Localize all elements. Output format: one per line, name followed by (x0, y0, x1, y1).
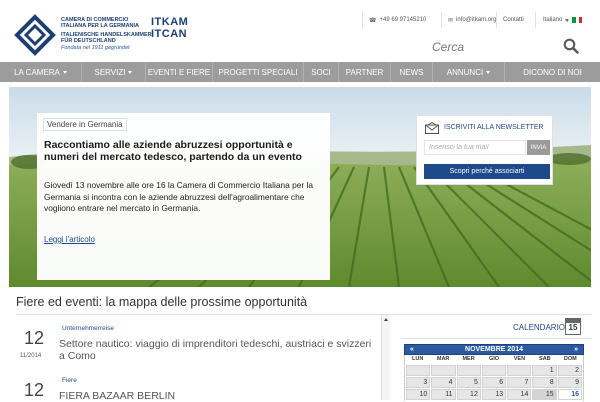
divider (362, 12, 363, 28)
event-day: 12 (24, 380, 45, 400)
events-scrollbar[interactable] (381, 315, 390, 400)
newsletter-box: ISCRIVITI ALLA NEWSLETTER INVIA Scopri p… (416, 115, 553, 185)
italy-flag-icon (572, 17, 583, 23)
nav-item-annunci[interactable]: ANNUNCI (433, 62, 505, 82)
calendar-day[interactable]: 8 (532, 377, 557, 388)
calendar-day[interactable]: 3 (406, 377, 431, 388)
language-selector[interactable]: Italiano (543, 14, 583, 26)
email-link[interactable]: ✉ info@itkam.org (448, 14, 496, 26)
featured-article-card: Vendere in Germania Raccontiamo alle azi… (37, 113, 330, 280)
itkam-logo[interactable]: ITKAM ITCAN (151, 16, 188, 40)
newsletter-email-field[interactable] (424, 140, 526, 155)
calendar-icon[interactable]: 15 (565, 318, 581, 335)
phone-link[interactable]: ☎ +49 69 97145210 (369, 14, 426, 26)
event-month-year: 11/2014 (20, 353, 42, 359)
search-input[interactable] (432, 37, 557, 57)
newsletter-send-button[interactable]: INVIA (527, 140, 550, 155)
phone-icon: ☎ (369, 17, 377, 24)
weekday-label: MAR (436, 356, 450, 362)
chevron-down-icon (62, 70, 67, 74)
divider (402, 338, 592, 339)
contacts-link[interactable]: Contatti (503, 14, 524, 26)
calendar-day[interactable]: 13 (481, 389, 507, 400)
chamber-logo[interactable] (14, 14, 56, 56)
event-category[interactable]: Fiere (62, 377, 77, 384)
calendar-day[interactable]: 16 (557, 389, 582, 400)
divider (16, 314, 592, 315)
calendar-day[interactable]: 7 (507, 377, 532, 388)
read-article-link[interactable]: Leggi l'articolo (44, 235, 95, 244)
weekday-label: VEN (513, 356, 526, 362)
divider (496, 12, 497, 28)
chevron-down-icon (565, 18, 570, 22)
weekday-label: LUN (412, 356, 424, 362)
weekday-label: GIO (488, 356, 500, 362)
site-header: CAMERA DI COMMERCIO ITALIANA PER LA GERM… (0, 0, 600, 62)
calendar-day[interactable]: 11 (431, 389, 456, 400)
calendar-day[interactable]: 4 (431, 377, 456, 388)
envelope-icon: ✉ (448, 17, 454, 24)
nav-item-eventi-e-fiere[interactable]: EVENTI E FIERE (146, 62, 213, 82)
search-icon[interactable] (563, 38, 579, 54)
article-title[interactable]: Raccontiamo alle aziende abruzzesi oppor… (44, 139, 329, 163)
calendar-month-title: NOVEMBRE 2014 (465, 346, 523, 353)
calendar-day[interactable]: 5 (456, 377, 481, 388)
calendar-next-button[interactable]: » (574, 346, 578, 353)
calendar-day (456, 365, 481, 376)
nav-item-partner[interactable]: PARTNER (339, 62, 391, 82)
hero-banner: Vendere in Germania Raccontiamo alle azi… (9, 87, 591, 287)
nav-item-servizi[interactable]: SERVIZI (82, 62, 146, 82)
search-area (432, 37, 600, 57)
calendar-day (431, 365, 456, 376)
nav-item-la-camera[interactable]: LA CAMERA (0, 62, 82, 82)
chevron-down-icon (486, 70, 491, 74)
nav-item-progetti-speciali[interactable]: PROGETTI SPECIALI (213, 62, 304, 82)
calendar-prev-button[interactable]: « (410, 346, 414, 353)
calendar-day[interactable]: 12 (456, 389, 481, 400)
main-nav: LA CAMERA SERVIZI EVENTI E FIERE PROGETT… (0, 62, 600, 82)
article-excerpt: Giovedì 13 novembre alle ore 16 la Camer… (44, 180, 314, 214)
chevron-down-icon (128, 70, 133, 74)
event-item[interactable]: 12 11/2014 Unternehmerreise Settore naut… (16, 325, 379, 368)
calendar-grid: 1 2 3 4 5 6 7 8 9 10 11 12 13 14 15 16 (404, 364, 584, 401)
nav-item-soci[interactable]: SOCI (304, 62, 339, 82)
event-title[interactable]: FIERA BAZAAR BERLIN (59, 390, 379, 402)
nav-item-dicono-di-noi[interactable]: DICONO DI NOI (505, 62, 600, 82)
event-title[interactable]: Settore nautico: viaggio di imprenditori… (59, 338, 379, 362)
event-item[interactable]: 12 Fiere FIERA BAZAAR BERLIN (16, 377, 379, 402)
calendar-label: CALENDARIO (513, 323, 566, 332)
envelope-icon (425, 122, 439, 134)
event-day: 12 (24, 328, 45, 348)
events-section-title: Fiere ed eventi: la mappa delle prossime… (16, 295, 308, 309)
divider (441, 12, 442, 28)
calendar-weekdays: LUN MAR MER GIO VEN SAB DOM (404, 355, 584, 364)
calendar-day[interactable]: 1 (532, 365, 557, 376)
weekday-label: MER (462, 356, 475, 362)
calendar-day[interactable]: 15 (532, 389, 557, 400)
event-category[interactable]: Unternehmerreise (62, 325, 114, 332)
calendar-day[interactable]: 10 (406, 389, 431, 400)
calendar-day[interactable]: 9 (557, 377, 582, 388)
calendar-day (507, 365, 532, 376)
calendar-day (481, 365, 507, 376)
calendar-header: « NOVEMBRE 2014 » (404, 344, 584, 355)
logo-text: CAMERA DI COMMERCIO ITALIANA PER LA GERM… (61, 17, 152, 51)
discover-membership-button[interactable]: Scopri perché associarti (424, 164, 550, 179)
calendar-day[interactable]: 2 (557, 365, 582, 376)
calendar-day[interactable]: 14 (507, 389, 532, 400)
divider (535, 12, 536, 28)
scroll-up-icon[interactable] (384, 318, 388, 321)
calendar-widget: « NOVEMBRE 2014 » LUN MAR MER GIO VEN SA… (404, 344, 584, 401)
weekday-label: SAB (539, 356, 551, 362)
newsletter-title: ISCRIVITI ALLA NEWSLETTER (444, 124, 544, 131)
calendar-day[interactable]: 6 (481, 377, 507, 388)
weekday-label: DOM (563, 356, 577, 362)
article-category-tag[interactable]: Vendere in Germania (43, 118, 127, 131)
nav-item-news[interactable]: NEWS (391, 62, 433, 82)
calendar-day (406, 365, 431, 376)
